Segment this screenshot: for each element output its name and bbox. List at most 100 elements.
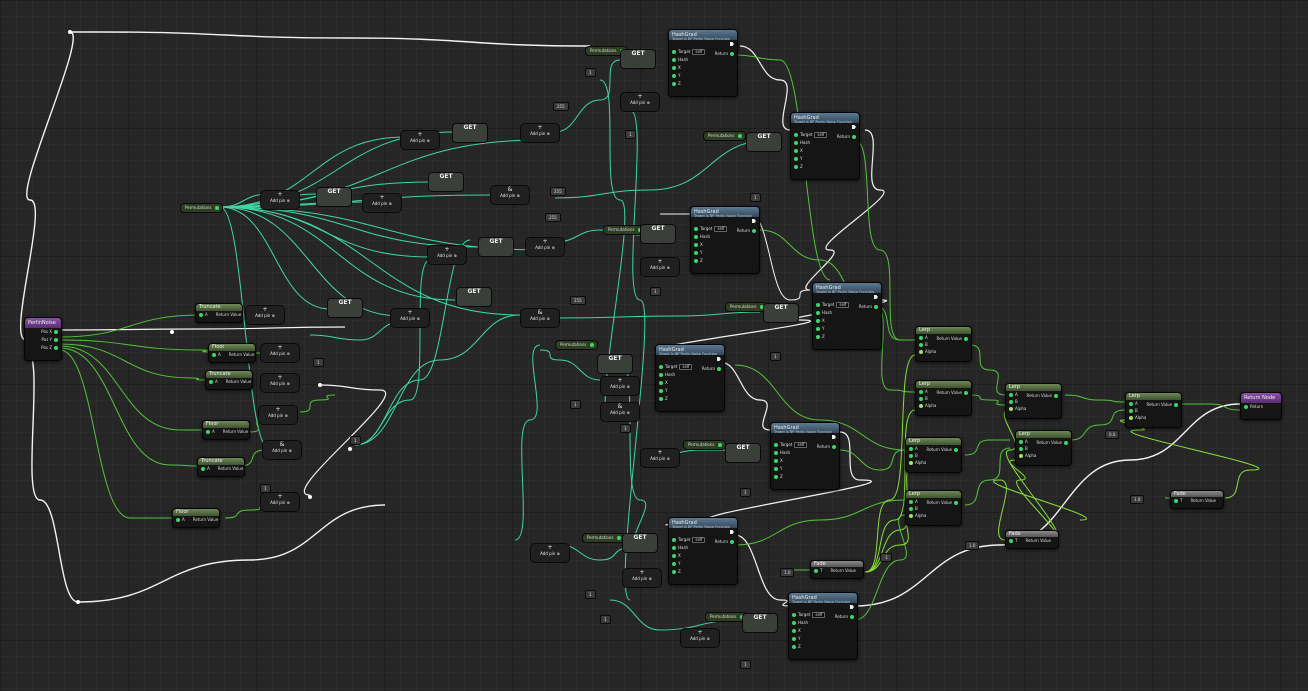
add-math-node[interactable]: + Add pin ⊕ — [640, 257, 680, 277]
hashgrad-return-pin[interactable]: Return — [859, 303, 881, 311]
hashgrad-node[interactable]: HashGrad Target is BP Perlin Noise Functi… — [668, 29, 738, 97]
hashgrad-node[interactable]: HashGrad Target is BP Perlin Noise Functi… — [770, 422, 840, 490]
lerp-node[interactable]: Lerp A B Alpha Return Value — [1125, 392, 1182, 428]
hashgrad-pin[interactable]: X — [771, 457, 839, 465]
literal-value-node[interactable]: 1 — [260, 484, 271, 493]
exec-out-pin[interactable] — [791, 123, 859, 131]
exec-out-pin[interactable] — [789, 603, 857, 611]
floor-io[interactable]: A Return Value — [173, 516, 219, 524]
array-get-node[interactable]: GET — [620, 49, 656, 69]
function-entry-pin[interactable]: Pos X — [25, 328, 61, 336]
add-pin-label[interactable]: Add pin ⊕ — [530, 131, 550, 136]
add-pin-label[interactable]: Add pin ⊕ — [500, 193, 520, 198]
hashgrad-pin[interactable]: Y — [691, 249, 759, 257]
hashgrad-node[interactable]: HashGrad Target is BP Perlin Noise Functi… — [812, 282, 882, 350]
lerp-node[interactable]: Lerp A B Alpha Return Value — [915, 326, 972, 362]
hashgrad-pin[interactable]: Z — [656, 395, 724, 403]
exec-out-pin[interactable] — [691, 217, 759, 225]
fade-node[interactable]: Fade T Return Value — [810, 560, 864, 579]
permutations-variable[interactable]: Permutations — [703, 131, 746, 141]
hashgrad-node[interactable]: HashGrad Target is BP Perlin Noise Functi… — [690, 206, 760, 274]
literal-value-node[interactable]: 1 — [313, 358, 324, 367]
hashgrad-pin[interactable]: Y — [813, 325, 881, 333]
literal-value-node[interactable]: 1 — [650, 287, 661, 296]
add-pin-label[interactable]: Add pin ⊕ — [268, 413, 288, 418]
add-pin-label[interactable]: Add pin ⊕ — [270, 500, 290, 505]
add-pin-label[interactable]: Add pin ⊕ — [270, 198, 290, 203]
add-pin-label[interactable]: Add pin ⊕ — [650, 456, 670, 461]
hashgrad-pin[interactable]: Z — [691, 257, 759, 265]
add-pin-label[interactable]: Add pin ⊕ — [255, 313, 275, 318]
lerp-node[interactable]: Lerp A B Alpha Return Value — [905, 490, 962, 526]
hashgrad-return-pin[interactable]: Return — [702, 365, 724, 373]
floor-io[interactable]: A Return Value — [198, 465, 244, 473]
hashgrad-pin[interactable]: Z — [771, 473, 839, 481]
lerp-pin[interactable]: Alpha — [1006, 405, 1061, 412]
target-self-box[interactable]: self — [836, 302, 850, 308]
target-self-box[interactable]: self — [692, 49, 706, 55]
hashgrad-pin[interactable]: X — [813, 317, 881, 325]
hashgrad-pin[interactable]: X — [669, 552, 737, 560]
array-get-node[interactable]: GET — [478, 237, 514, 257]
target-self-box[interactable]: self — [794, 442, 808, 448]
array-get-node[interactable]: GET — [725, 443, 761, 463]
reroute-dot[interactable] — [68, 30, 72, 34]
add-math-node[interactable]: & Add pin ⊕ — [490, 185, 530, 205]
lerp-pin[interactable]: Alpha — [1126, 414, 1181, 421]
blueprint-graph-canvas[interactable]: PerlinNoise Pos X Pos Y Pos Z Return Node Ret… — [0, 0, 1308, 691]
lerp-pin[interactable]: Alpha — [1016, 452, 1071, 459]
hashgrad-return-pin[interactable]: Return — [737, 227, 759, 235]
function-entry-node[interactable]: PerlinNoise Pos X Pos Y Pos Z — [24, 317, 62, 361]
hashgrad-node[interactable]: HashGrad Target is BP Perlin Noise Functi… — [655, 344, 725, 412]
add-pin-label[interactable]: Add pin ⊕ — [530, 316, 550, 321]
add-math-node[interactable]: + Add pin ⊕ — [362, 193, 402, 213]
literal-value-node[interactable]: 1 — [585, 590, 596, 599]
reroute-dot[interactable] — [348, 447, 352, 451]
floor-node[interactable]: Floor A Return Value — [208, 343, 256, 363]
add-math-node[interactable]: + Add pin ⊕ — [640, 448, 680, 468]
fade-node[interactable]: Fade T Return Value — [1170, 490, 1224, 509]
add-math-node[interactable]: + Add pin ⊕ — [680, 628, 720, 648]
exec-out-pin[interactable] — [813, 293, 881, 301]
add-pin-label[interactable]: Add pin ⊕ — [632, 576, 652, 581]
reroute-dot[interactable] — [308, 495, 312, 499]
hashgrad-pin[interactable]: Z — [789, 643, 857, 651]
lerp-return-pin[interactable]: Return Value — [1036, 439, 1071, 447]
permutations-variable[interactable]: Permutations — [180, 203, 223, 213]
add-pin-label[interactable]: Add pin ⊕ — [437, 253, 457, 258]
literal-value-node[interactable]: 1 — [620, 424, 631, 433]
add-math-node[interactable]: + Add pin ⊕ — [600, 376, 640, 396]
hashgrad-pin[interactable]: Y — [669, 560, 737, 568]
literal-value-node[interactable]: 0.0 — [1105, 430, 1120, 439]
array-get-node[interactable]: GET — [327, 298, 363, 318]
add-math-node[interactable]: & Add pin ⊕ — [600, 402, 640, 422]
hashgrad-pin[interactable]: X — [656, 379, 724, 387]
floor-node[interactable]: Truncate A Return Value — [197, 457, 245, 477]
hashgrad-pin[interactable]: Y — [791, 155, 859, 163]
literal-value-node[interactable]: 255 — [545, 213, 561, 222]
literal-value-node[interactable]: 1 — [600, 615, 611, 624]
array-get-node[interactable]: GET — [597, 354, 633, 374]
hashgrad-node[interactable]: HashGrad Target is BP Perlin Noise Functi… — [668, 517, 738, 585]
lerp-pin[interactable]: Alpha — [906, 459, 961, 466]
literal-value-node[interactable]: 1.0 — [780, 568, 795, 577]
literal-value-node[interactable]: 1 — [770, 352, 781, 361]
add-math-node[interactable]: + Add pin ⊕ — [260, 373, 300, 393]
array-get-node[interactable]: GET — [746, 132, 782, 152]
floor-node[interactable]: Truncate A Return Value — [195, 303, 243, 323]
add-pin-label[interactable]: Add pin ⊕ — [535, 245, 555, 250]
lerp-node[interactable]: Lerp A B Alpha Return Value — [905, 437, 962, 473]
literal-value-node[interactable]: -1 — [880, 553, 892, 562]
add-pin-label[interactable]: Add pin ⊕ — [690, 636, 710, 641]
literal-value-node[interactable]: 255 — [553, 102, 569, 111]
return-node[interactable]: Return Node Return — [1240, 392, 1282, 420]
lerp-return-pin[interactable]: Return Value — [936, 389, 971, 397]
add-math-node[interactable]: + Add pin ⊕ — [245, 305, 285, 325]
add-math-node[interactable]: + Add pin ⊕ — [525, 237, 565, 257]
literal-value-node[interactable]: 1 — [350, 436, 361, 445]
lerp-pin[interactable]: Alpha — [916, 402, 971, 409]
add-pin-label[interactable]: Add pin ⊕ — [610, 384, 630, 389]
reroute-dot[interactable] — [76, 600, 80, 604]
fade-io[interactable]: T Return Value — [1006, 537, 1058, 545]
return-pin[interactable]: Return — [1241, 403, 1281, 411]
